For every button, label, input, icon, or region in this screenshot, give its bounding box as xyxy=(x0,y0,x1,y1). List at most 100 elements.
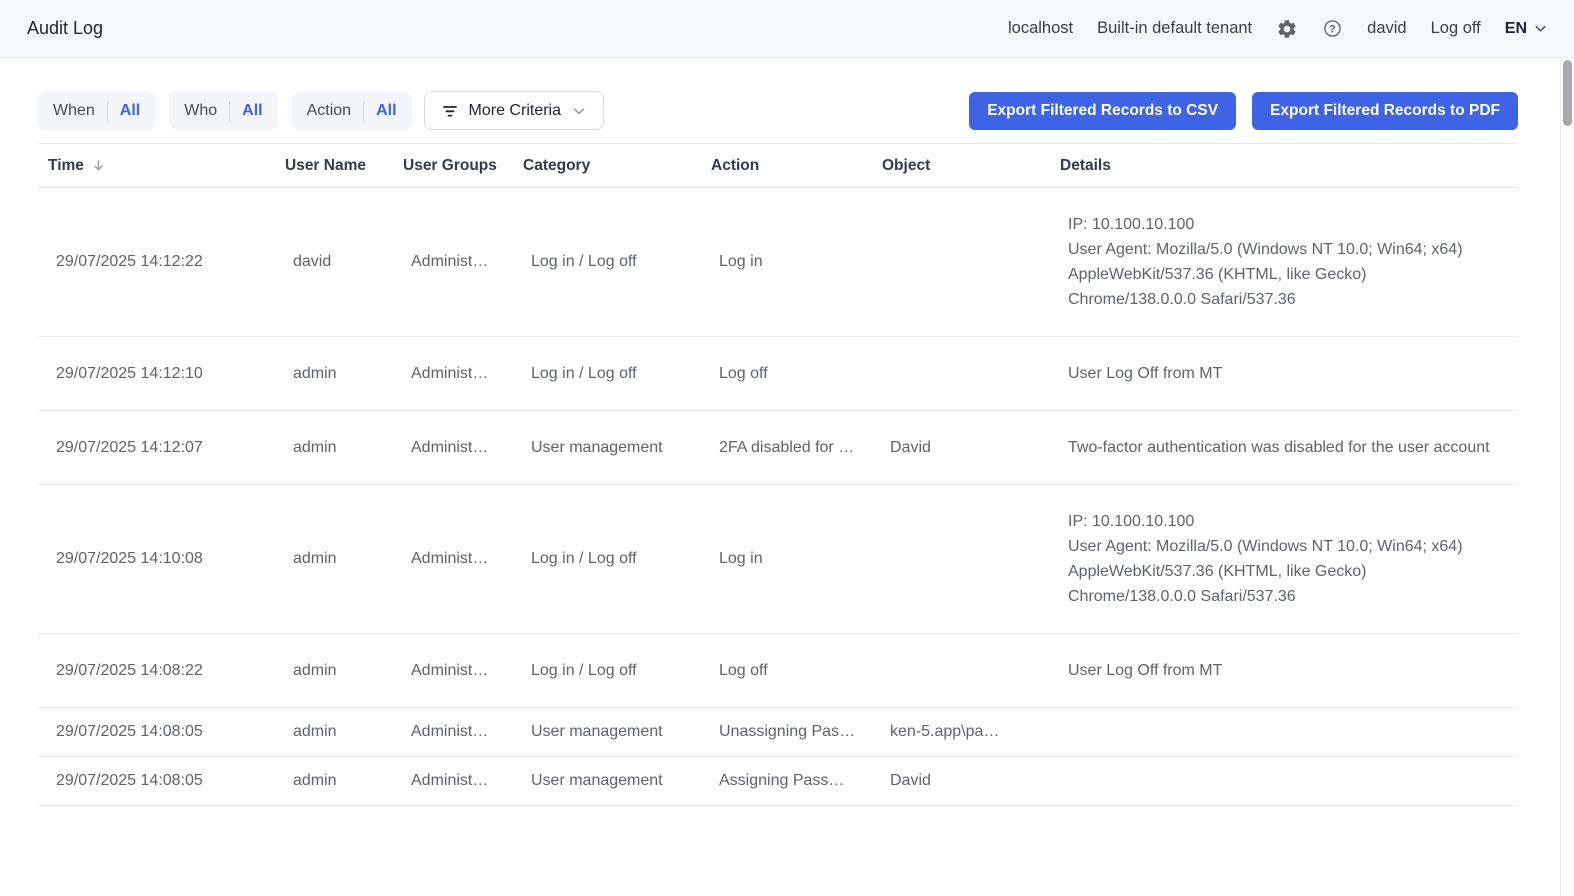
more-criteria-button[interactable]: More Criteria xyxy=(424,91,604,130)
host-label: localhost xyxy=(1008,19,1073,38)
page-title: Audit Log xyxy=(27,18,103,39)
cell-user-groups: Administ… xyxy=(393,411,513,485)
cell-user-groups: Administ… xyxy=(393,485,513,634)
filter-chip-action-label: Action xyxy=(307,102,351,120)
cell-user-groups: Administ… xyxy=(393,634,513,708)
cell-details xyxy=(1050,708,1518,757)
cell-details xyxy=(1050,757,1518,806)
audit-log-main: When All Who All Action All More Criteri… xyxy=(0,91,1574,806)
topbar-right: localhost Built-in default tenant ? davi… xyxy=(1008,18,1548,40)
language-label: EN xyxy=(1505,20,1527,38)
cell-category: Log in / Log off xyxy=(513,337,701,411)
details-text: IP: 10.100.10.100 User Agent: Mozilla/5.… xyxy=(1068,212,1508,312)
column-header-action: Action xyxy=(701,144,872,188)
cell-category: Log in / Log off xyxy=(513,188,701,337)
user-menu[interactable]: david xyxy=(1367,19,1406,38)
cell-object xyxy=(872,337,1050,411)
cell-user-name: admin xyxy=(275,634,393,708)
cell-object xyxy=(872,485,1050,634)
cell-user-groups: Administ… xyxy=(393,708,513,757)
cell-user-groups: Administ… xyxy=(393,757,513,806)
cell-object: David xyxy=(872,411,1050,485)
filter-chip-action-value: All xyxy=(376,102,396,120)
column-header-user-groups: User Groups xyxy=(393,144,513,188)
filter-chip-who-label: Who xyxy=(184,102,217,120)
details-text: User Log Off from MT xyxy=(1068,361,1508,386)
column-header-category: Category xyxy=(513,144,701,188)
export-csv-button[interactable]: Export Filtered Records to CSV xyxy=(969,92,1236,130)
cell-time: 29/07/2025 14:12:10 xyxy=(38,337,275,411)
filter-chip-when-label: When xyxy=(53,102,95,120)
table-row: 29/07/2025 14:12:10 admin Administ… Log … xyxy=(38,337,1518,411)
column-header-details: Details xyxy=(1050,144,1518,188)
cell-category: User management xyxy=(513,708,701,757)
scrollbar-thumb[interactable] xyxy=(1563,60,1572,126)
table-header: Time User Name User Groups Category Acti… xyxy=(38,144,1518,188)
column-header-object: Object xyxy=(872,144,1050,188)
table-row: 29/07/2025 14:08:05 admin Administ… User… xyxy=(38,708,1518,757)
filter-chip-who[interactable]: Who All xyxy=(169,91,277,130)
table-row: 29/07/2025 14:08:05 admin Administ… User… xyxy=(38,757,1518,806)
arrow-down-icon xyxy=(91,158,106,173)
logoff-button[interactable]: Log off xyxy=(1431,19,1481,38)
help-button[interactable]: ? xyxy=(1322,18,1343,39)
tenant-selector[interactable]: Built-in default tenant xyxy=(1097,19,1252,38)
cell-action: Assigning Pass… xyxy=(701,757,872,806)
cell-user-name: admin xyxy=(275,337,393,411)
filter-chip-when[interactable]: When All xyxy=(38,91,155,130)
audit-table-body: 29/07/2025 14:12:22 david Administ… Log … xyxy=(38,188,1518,806)
chip-divider xyxy=(363,101,364,121)
cell-user-name: admin xyxy=(275,411,393,485)
cell-user-groups: Administ… xyxy=(393,337,513,411)
chip-divider xyxy=(229,101,230,121)
cell-action: Log in xyxy=(701,188,872,337)
language-selector[interactable]: EN xyxy=(1505,20,1548,38)
cell-user-name: admin xyxy=(275,708,393,757)
cell-object: ken-5.app\pa… xyxy=(872,708,1050,757)
filter-lines-icon xyxy=(441,102,459,120)
column-header-time[interactable]: Time xyxy=(38,144,275,188)
cell-time: 29/07/2025 14:12:07 xyxy=(38,411,275,485)
cell-details: Two-factor authentication was disabled f… xyxy=(1050,411,1518,485)
svg-text:?: ? xyxy=(1329,23,1336,35)
table-row: 29/07/2025 14:08:22 admin Administ… Log … xyxy=(38,634,1518,708)
filter-bar: When All Who All Action All More Criteri… xyxy=(38,91,1518,130)
table-row: 29/07/2025 14:10:08 admin Administ… Log … xyxy=(38,485,1518,634)
chip-divider xyxy=(107,101,108,121)
cell-action: 2FA disabled for … xyxy=(701,411,872,485)
cell-object xyxy=(872,188,1050,337)
cell-details: User Log Off from MT xyxy=(1050,634,1518,708)
column-header-time-label: Time xyxy=(48,157,84,175)
table-row: 29/07/2025 14:12:07 admin Administ… User… xyxy=(38,411,1518,485)
vertical-scrollbar[interactable] xyxy=(1560,58,1574,896)
cell-object xyxy=(872,634,1050,708)
filter-chip-action[interactable]: Action All xyxy=(292,91,412,130)
chevron-down-icon xyxy=(1533,21,1548,36)
details-text: Two-factor authentication was disabled f… xyxy=(1068,435,1508,460)
export-pdf-button[interactable]: Export Filtered Records to PDF xyxy=(1252,92,1518,130)
settings-button[interactable] xyxy=(1276,18,1298,40)
gear-icon xyxy=(1276,18,1298,40)
cell-action: Log off xyxy=(701,337,872,411)
details-text: User Log Off from MT xyxy=(1068,658,1508,683)
chevron-down-icon xyxy=(571,103,587,119)
cell-time: 29/07/2025 14:12:22 xyxy=(38,188,275,337)
cell-time: 29/07/2025 14:08:22 xyxy=(38,634,275,708)
cell-object: David xyxy=(872,757,1050,806)
cell-user-name: david xyxy=(275,188,393,337)
details-text: IP: 10.100.10.100 User Agent: Mozilla/5.… xyxy=(1068,509,1508,609)
column-header-user-name: User Name xyxy=(275,144,393,188)
cell-details: IP: 10.100.10.100 User Agent: Mozilla/5.… xyxy=(1050,485,1518,634)
cell-details: User Log Off from MT xyxy=(1050,337,1518,411)
filter-chip-who-value: All xyxy=(242,102,262,120)
cell-time: 29/07/2025 14:08:05 xyxy=(38,708,275,757)
audit-log-table: Time User Name User Groups Category Acti… xyxy=(38,143,1518,806)
cell-user-name: admin xyxy=(275,485,393,634)
cell-time: 29/07/2025 14:08:05 xyxy=(38,757,275,806)
cell-category: User management xyxy=(513,757,701,806)
more-criteria-label: More Criteria xyxy=(469,102,561,120)
cell-action: Unassigning Pas… xyxy=(701,708,872,757)
cell-time: 29/07/2025 14:10:08 xyxy=(38,485,275,634)
cell-action: Log off xyxy=(701,634,872,708)
cell-category: Log in / Log off xyxy=(513,634,701,708)
